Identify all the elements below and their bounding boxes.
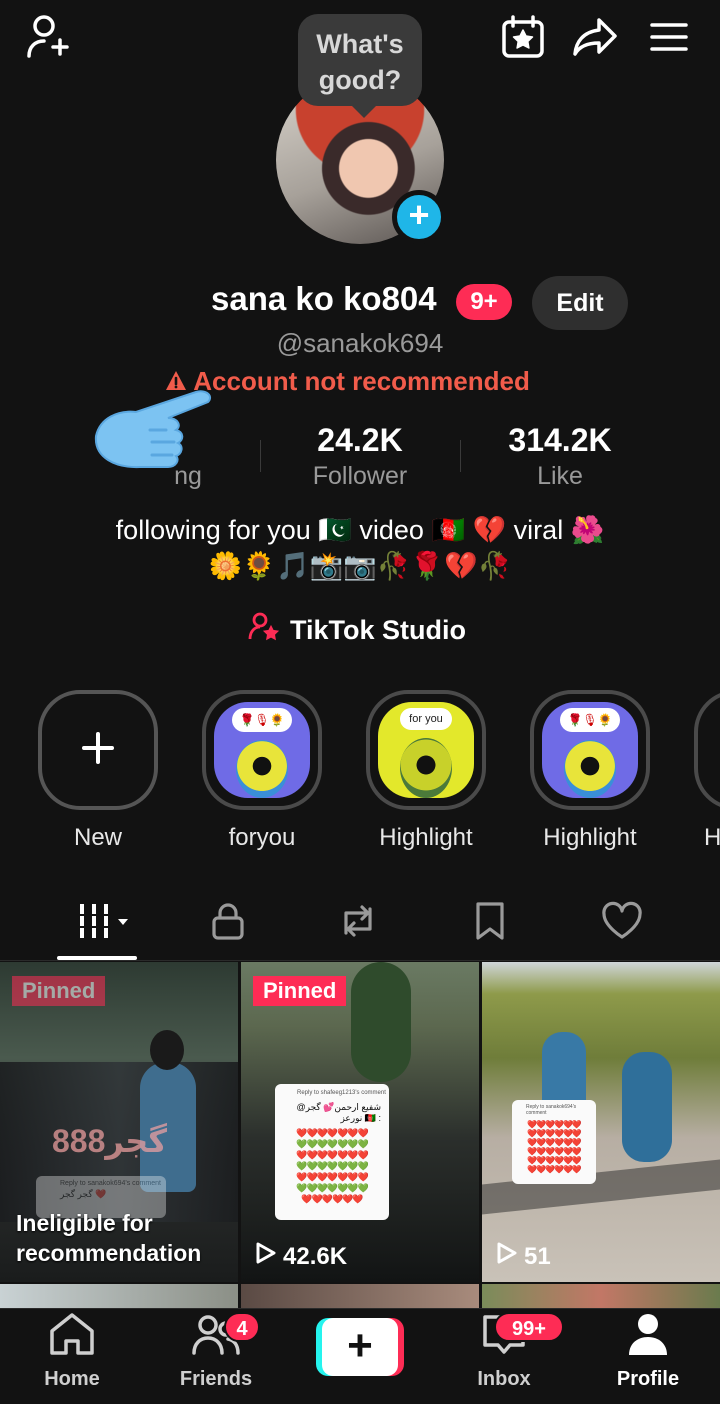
menu-icon[interactable] — [644, 12, 694, 62]
pinned-badge: Pinned — [253, 976, 347, 1006]
view-count: 51 — [496, 1241, 551, 1272]
comment-card-text: نورعز 🇦🇫 : — [340, 1113, 381, 1123]
repost-icon — [336, 901, 380, 946]
highlight-item[interactable]: 🌹🎙🌻 Highlight — [530, 690, 650, 852]
comment-card-title: Reply to shafeeg1213's comment — [297, 1090, 386, 1096]
highlight-new[interactable]: New — [38, 690, 158, 852]
comment-card: Reply to sanakok694's comment ❤️❤️❤️❤️❤️… — [512, 1100, 596, 1184]
video-overlay-text: گجر888 — [52, 1123, 167, 1159]
video-tile[interactable]: Pinned Reply to shafeeg1213's comment @ش… — [241, 962, 479, 1282]
nav-home[interactable]: Home — [12, 1310, 132, 1400]
hearts-grid: ❤️❤️❤️❤️❤️❤️ ❤️❤️❤️❤️❤️❤️ ❤️❤️❤️❤️❤️❤️ ❤️❤️… — [527, 1120, 582, 1174]
bio-line-2: 🌼🌻🎵📸📷🥀🌹💔🥀 — [208, 551, 512, 581]
private-tab[interactable] — [198, 898, 258, 948]
play-icon — [496, 1241, 518, 1272]
plus-icon — [80, 730, 116, 771]
comment-card-text: @شفیع ارحمن💕 گجر — [296, 1102, 381, 1112]
warning-text: Account not recommended — [193, 366, 530, 396]
comment-card-text: گجر گجر ❤️ — [60, 1189, 107, 1199]
nav-profile-label: Profile — [616, 1368, 680, 1390]
comment-card-title: Reply to sanakok694's comment — [526, 1104, 577, 1116]
nav-home-label: Home — [44, 1368, 100, 1390]
sticker-bubble: 🌹🎙🌻 — [560, 708, 620, 732]
add-story-button[interactable]: + — [392, 190, 446, 244]
view-count: 42.6K — [255, 1241, 347, 1272]
edit-profile-button[interactable]: Edit — [532, 276, 628, 330]
view-count-text: 51 — [524, 1242, 551, 1270]
videos-tab[interactable] — [68, 898, 136, 948]
nav-inbox-label: Inbox — [477, 1368, 531, 1390]
pointing-hand-emoji — [88, 384, 228, 500]
hearts-grid: ❤️❤️❤️❤️❤️❤️❤️ 💚💚💚💚💚💚💚 ❤️❤️❤️❤️❤️❤️❤️ 💚💚💚💚💚… — [296, 1128, 368, 1204]
highlight-item[interactable]: H — [694, 690, 720, 852]
inbox-badge: 99+ — [494, 1312, 564, 1342]
video-tile[interactable]: Pinned گجر888 Reply to sanakok694's comm… — [0, 962, 238, 1282]
pinned-badge: Pinned — [12, 976, 106, 1006]
highlight-label: foryou — [228, 824, 296, 851]
highlight-photo — [236, 740, 288, 798]
like-label[interactable]: Like — [460, 462, 660, 491]
tabs-divider — [0, 960, 720, 961]
friends-badge: 4 — [224, 1312, 260, 1342]
nav-profile[interactable]: Profile — [588, 1310, 708, 1400]
view-count-text: 42.6K — [283, 1242, 348, 1270]
bio-line-1: following for you 🇵🇰 video 🇦🇫 💔 viral 🌺 — [115, 515, 605, 545]
video-tile[interactable]: Reply to sanakok694's comment ❤️❤️❤️❤️❤️… — [482, 962, 720, 1282]
profile-icon — [626, 1311, 670, 1362]
creator-star-icon — [248, 611, 280, 650]
status-line: Ineligible for — [16, 1210, 153, 1236]
bookmark-icon — [473, 901, 507, 946]
highlight-label: Highlight — [543, 824, 637, 851]
profile-name: sana ko ko804 — [211, 280, 437, 317]
nav-friends-label: Friends — [179, 1368, 253, 1390]
username-handle: @sanakok694 — [276, 328, 444, 358]
status-line: recommendation — [16, 1240, 202, 1266]
sticker-bubble: for you — [400, 708, 452, 730]
highlight-photo — [564, 740, 616, 798]
share-icon[interactable] — [570, 12, 620, 62]
liked-tab[interactable] — [592, 898, 652, 948]
notification-badge[interactable]: 9+ — [456, 284, 512, 320]
tooltip-bubble: What's good? — [298, 14, 422, 118]
highlight-photo — [400, 738, 452, 798]
sticker-bubble: 🌹🎙🌻 — [232, 708, 292, 732]
comment-card-title: Reply to sanakok694's comment — [60, 1180, 161, 1187]
highlight-item[interactable]: for you Highlight — [366, 690, 486, 852]
tiktok-studio-link[interactable]: TikTok Studio — [248, 612, 466, 648]
comment-card: Reply to shafeeg1213's comment @شفیع ارح… — [275, 1084, 389, 1220]
highlight-label: New — [73, 824, 122, 851]
heart-icon — [600, 901, 644, 946]
lock-icon — [210, 901, 246, 946]
favorites-tab[interactable] — [460, 898, 520, 948]
follower-label[interactable]: Follower — [260, 462, 460, 491]
reposts-tab[interactable] — [328, 898, 388, 948]
highlight-label: H — [704, 824, 720, 851]
plus-icon: + — [322, 1318, 398, 1376]
highlight-item[interactable]: 🌹🎙🌻 foryou — [202, 690, 322, 852]
grid-icon — [72, 902, 132, 945]
tiktok-studio-label: TikTok Studio — [290, 614, 467, 645]
create-button[interactable]: + — [316, 1318, 404, 1376]
add-friend-icon[interactable] — [24, 12, 74, 62]
home-icon — [47, 1311, 97, 1362]
highlight-label: Highlight — [379, 824, 473, 851]
follower-count[interactable]: 24.2K — [260, 422, 460, 459]
like-count[interactable]: 314.2K — [460, 422, 660, 459]
recommendation-status: Ineligible for recommendation — [16, 1208, 201, 1268]
calendar-star-icon[interactable] — [498, 12, 548, 62]
play-icon — [255, 1241, 277, 1272]
